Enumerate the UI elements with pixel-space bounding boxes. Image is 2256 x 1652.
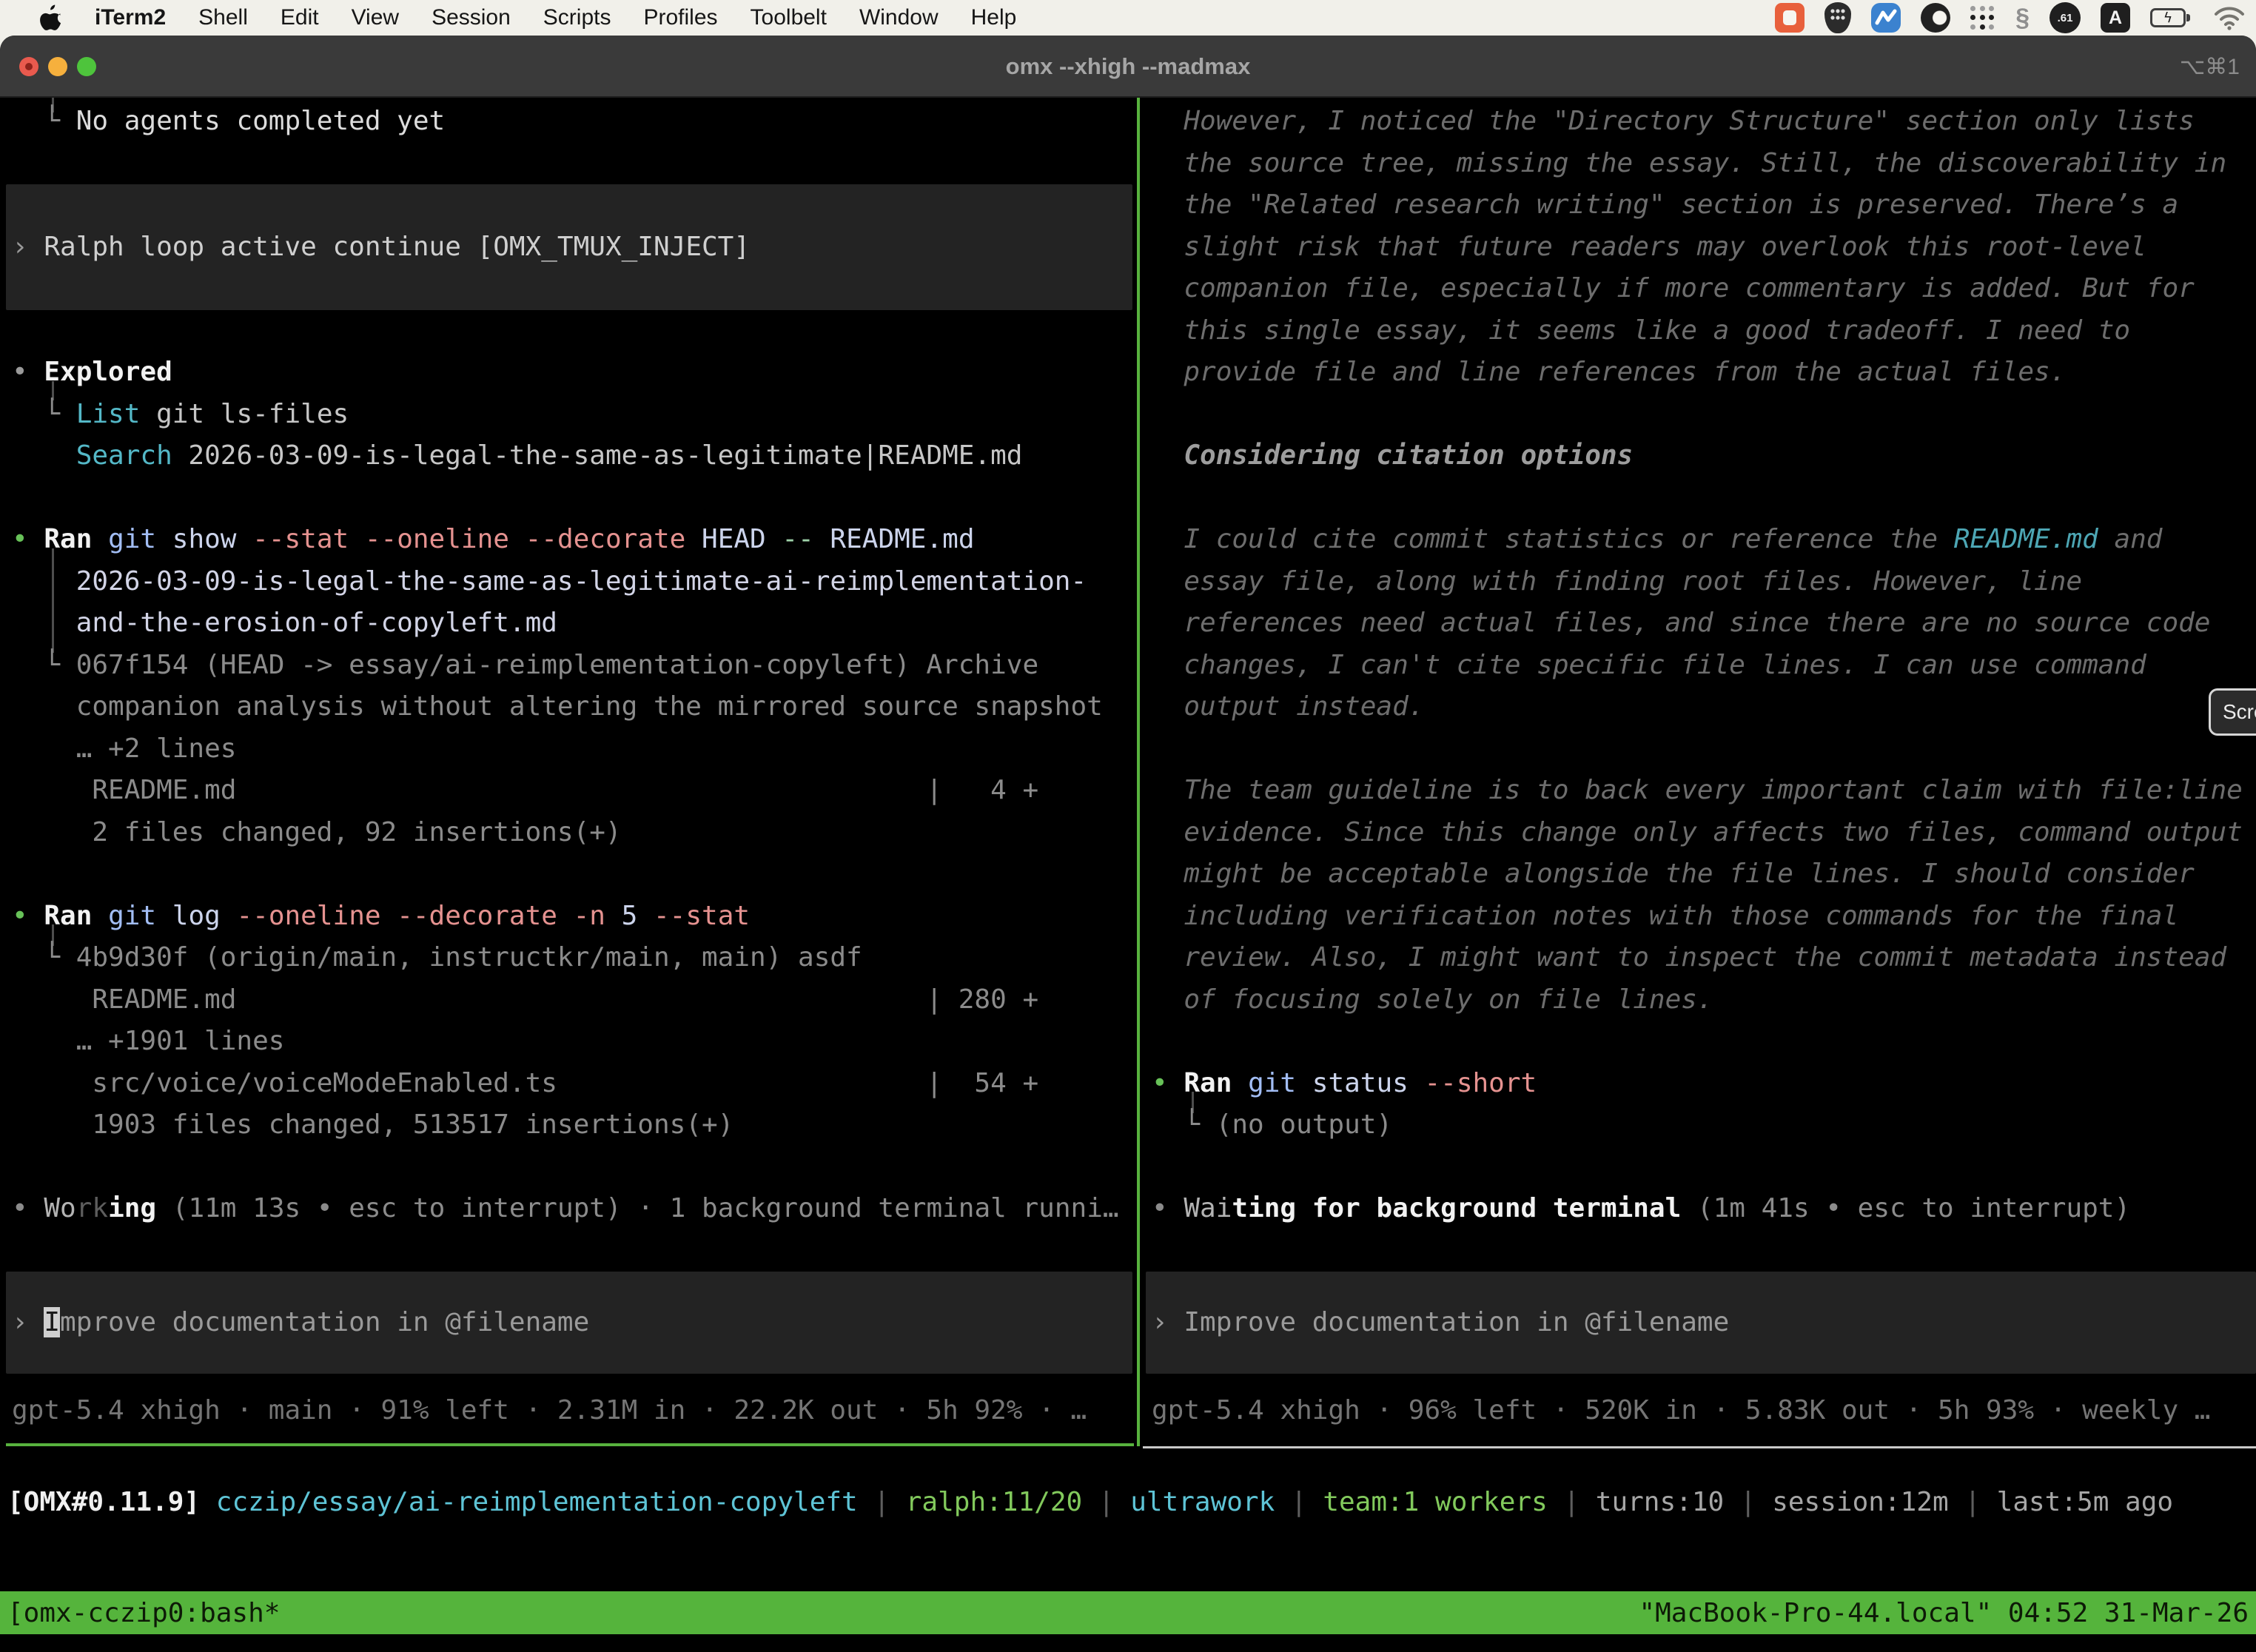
wifi-icon[interactable] xyxy=(2213,5,2246,30)
menu-item-edit[interactable]: Edit xyxy=(281,5,319,30)
menu-item-toolbelt[interactable]: Toolbelt xyxy=(751,5,827,30)
log-commit-line: └ 4b9d30f (origin/main, instructkr/main,… xyxy=(12,937,862,979)
explored-search-line: Search 2026-03-09-is-legal-the-same-as-l… xyxy=(12,435,1022,477)
left-pane-border xyxy=(6,1443,1134,1446)
right-session-status: gpt-5.4 xhigh · 96% left · 520K in · 5.8… xyxy=(1152,1390,2210,1432)
explored-header: • Explored xyxy=(12,352,172,394)
screen-share-overlay[interactable]: Scre xyxy=(2209,688,2256,736)
reasoning-line: companion file, especially if more comme… xyxy=(1152,268,2195,310)
record-icon[interactable] xyxy=(1775,3,1805,33)
menu-item-session[interactable]: Session xyxy=(432,5,511,30)
log-stat-summary: 1903 files changed, 513517 insertions(+) xyxy=(12,1104,733,1146)
reasoning-line: might be acceptable alongside the file l… xyxy=(1152,853,2195,896)
essay-filename-line-1: 2026-03-09-is-legal-the-same-as-legitima… xyxy=(12,561,1087,603)
apple-icon[interactable] xyxy=(40,4,62,31)
blue-app-icon[interactable] xyxy=(1871,3,1901,33)
reasoning-line: of focusing solely on file lines. xyxy=(1152,979,1713,1021)
left-session-status: gpt-5.4 xhigh · main · 91% left · 2.31M … xyxy=(12,1390,1087,1432)
stat-summary: 2 files changed, 92 insertions(+) xyxy=(12,812,622,854)
right-prompt-text[interactable]: › Improve documentation in @filename xyxy=(1152,1302,1729,1344)
reasoning-line: references need actual files, and since … xyxy=(1152,602,2210,645)
menu-items: iTerm2 Shell Edit View Session Scripts Profile… xyxy=(62,5,1016,30)
right-waiting-status: • Waiting for background terminal (1m 41… xyxy=(1152,1188,2130,1230)
log-stat-readme: README.md | 280 + xyxy=(12,979,1038,1021)
menu-item-view[interactable]: View xyxy=(352,5,399,30)
reasoning-line: this single essay, it seems like a good … xyxy=(1152,310,2130,352)
percent-61-badge[interactable]: .61 xyxy=(2049,2,2081,33)
ran-git-status-line: • Ran git status --short xyxy=(1152,1063,1537,1105)
reasoning-line: review. Also, I might want to inspect th… xyxy=(1152,937,2226,979)
screen: iTerm2 Shell Edit View Session Scripts Profile… xyxy=(0,0,2256,1652)
crescent-app-icon[interactable] xyxy=(1921,3,1950,33)
elided-lines: … +2 lines xyxy=(12,728,236,770)
reasoning-line: including verification notes with those … xyxy=(1152,896,2178,938)
iterm-window: omx --xhigh --madmax ⌥⌘1 └ No agents com… xyxy=(0,36,2256,1652)
reasoning-line: evidence. Since this change only affects… xyxy=(1152,812,2243,854)
menu-item-shell[interactable]: Shell xyxy=(198,5,248,30)
dots-grid-icon[interactable] xyxy=(1970,5,1995,30)
menu-bar-status-icons: § .61 A ϟ xyxy=(1775,2,2246,33)
pane-divider[interactable] xyxy=(1137,98,1140,1446)
left-working-status: • Working (11m 13s • esc to interrupt) ·… xyxy=(12,1188,1119,1230)
reasoning-line: the source tree, missing the essay. Stil… xyxy=(1152,143,2226,185)
left-prompt-text[interactable]: › Improve documentation in @filename xyxy=(12,1302,589,1344)
menu-item-iterm2[interactable]: iTerm2 xyxy=(95,5,166,30)
tmux-session-label[interactable]: [omx-cczip0:bash* xyxy=(7,1598,280,1628)
ran-git-log-line: • Ran git log --oneline --decorate -n 5 … xyxy=(12,896,750,938)
omx-status-line: [OMX#0.11.9] cczip/essay/ai-reimplementa… xyxy=(7,1482,2173,1524)
tmux-host-clock: "MacBook-Pro-44.local" 04:52 31-Mar-26 xyxy=(1639,1598,2249,1628)
no-output-line: └ (no output) xyxy=(1152,1104,1392,1146)
a-badge[interactable]: A xyxy=(2101,3,2130,33)
menu-item-profiles[interactable]: Profiles xyxy=(643,5,717,30)
menu-item-window[interactable]: Window xyxy=(859,5,939,30)
reasoning-line: provide file and line references from th… xyxy=(1152,352,2066,394)
tmux-status-bar: [omx-cczip0:bash* "MacBook-Pro-44.local"… xyxy=(0,1591,2256,1634)
agents-summary-line: └ No agents completed yet xyxy=(12,101,445,143)
reasoning-line: changes, I can't cite specific file line… xyxy=(1152,645,2146,687)
log-stat-voice: src/voice/voiceModeEnabled.ts | 54 + xyxy=(12,1063,1038,1105)
reasoning-line: I could cite commit statistics or refere… xyxy=(1152,519,2162,561)
stat-line-readme: README.md | 4 + xyxy=(12,770,1038,812)
ralph-loop-line: › Ralph loop active continue [OMX_TMUX_I… xyxy=(12,226,750,269)
terminal-content[interactable]: └ No agents completed yet › Ralph loop ac… xyxy=(0,98,2256,1652)
window-title: omx --xhigh --madmax xyxy=(0,36,2256,98)
reasoning-line: The team guideline is to back every impo… xyxy=(1152,770,2243,812)
right-pane-border xyxy=(1143,1446,2256,1448)
ran-git-show-line: • Ran git show --stat --oneline --decora… xyxy=(12,519,975,561)
reasoning-line: slight risk that future readers may over… xyxy=(1152,226,2146,269)
log-elided-lines: … +1901 lines xyxy=(12,1021,284,1063)
reasoning-heading: Considering citation options xyxy=(1152,435,1633,477)
commit-line: └ 067f154 (HEAD -> essay/ai-reimplementa… xyxy=(12,645,1038,687)
menu-item-scripts[interactable]: Scripts xyxy=(543,5,611,30)
window-shortcut-badge: ⌥⌘1 xyxy=(2180,36,2240,98)
commit-line-2: companion analysis without altering the … xyxy=(12,686,1103,728)
battery-icon[interactable]: ϟ xyxy=(2150,7,2193,28)
squiggle-icon[interactable]: § xyxy=(2015,4,2030,33)
reasoning-line: However, I noticed the "Directory Struct… xyxy=(1152,101,2195,143)
shield-grid-icon[interactable] xyxy=(1824,2,1851,33)
reasoning-line: the "Related research writing" section i… xyxy=(1152,184,2178,226)
macos-menu-bar: iTerm2 Shell Edit View Session Scripts Profile… xyxy=(0,0,2256,36)
reasoning-line: essay file, along with finding root file… xyxy=(1152,561,2082,603)
reasoning-line: output instead. xyxy=(1152,686,1424,728)
window-title-bar[interactable]: omx --xhigh --madmax ⌥⌘1 xyxy=(0,36,2256,98)
essay-filename-line-2: and-the-erosion-of-copyleft.md xyxy=(12,602,557,645)
explored-list-line: └ List git ls-files xyxy=(12,394,349,436)
menu-item-help[interactable]: Help xyxy=(971,5,1017,30)
